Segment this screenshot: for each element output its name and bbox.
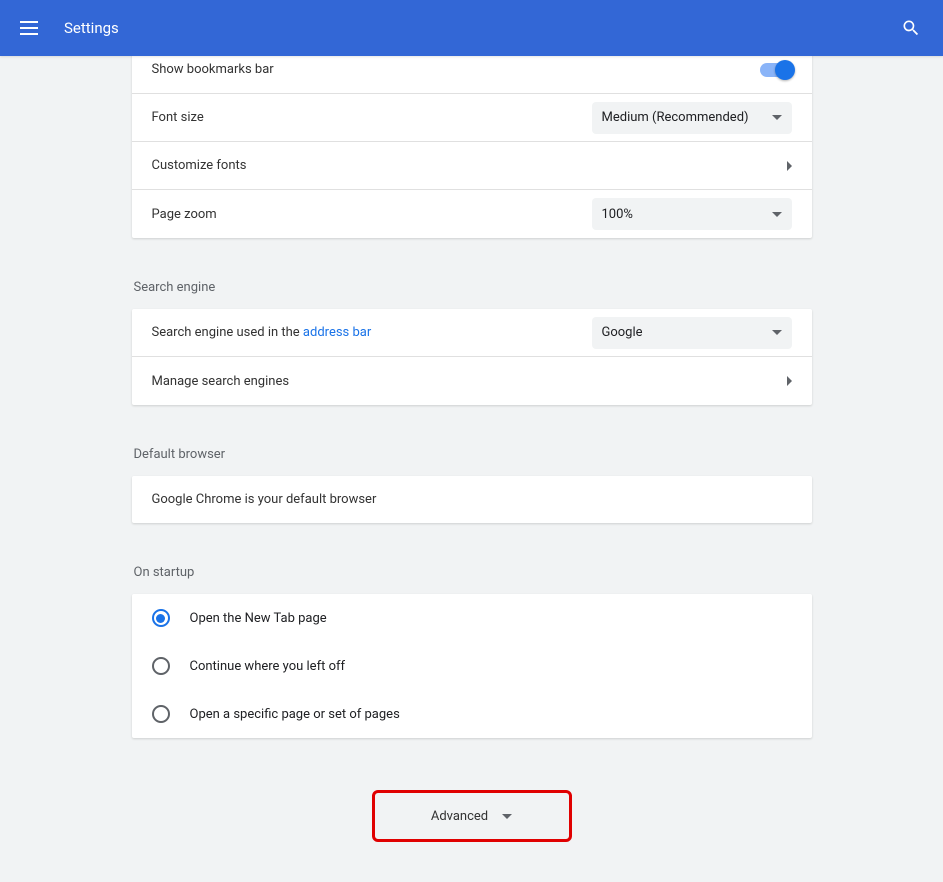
search-engine-select[interactable]: Google (592, 317, 792, 349)
radio-icon[interactable] (152, 609, 170, 627)
advanced-label: Advanced (431, 809, 488, 824)
row-page-zoom: Page zoom 100% (132, 190, 812, 238)
radio-icon[interactable] (152, 705, 170, 723)
startup-option-continue[interactable]: Continue where you left off (132, 642, 812, 690)
bookmarks-toggle[interactable] (760, 63, 792, 77)
settings-content: Show bookmarks bar Font size Medium (Rec… (132, 46, 812, 882)
startup-option-label: Continue where you left off (190, 659, 346, 674)
search-engine-label-text: Search engine used in the (152, 325, 303, 340)
menu-icon[interactable] (20, 18, 40, 38)
section-title-startup: On startup (132, 547, 812, 594)
default-browser-text: Google Chrome is your default browser (152, 492, 377, 507)
app-header: Settings (0, 0, 943, 56)
default-browser-card: Google Chrome is your default browser (132, 476, 812, 523)
fontsize-value: Medium (Recommended) (602, 110, 749, 125)
section-title-search: Search engine (132, 262, 812, 309)
search-engine-value: Google (602, 325, 643, 340)
chevron-down-icon (772, 330, 782, 335)
address-bar-link[interactable]: address bar (303, 325, 371, 340)
radio-icon[interactable] (152, 657, 170, 675)
pagezoom-value: 100% (602, 207, 633, 222)
startup-option-specific[interactable]: Open a specific page or set of pages (132, 690, 812, 738)
chevron-right-icon (787, 376, 792, 386)
chevron-down-icon (502, 814, 512, 819)
search-icon[interactable] (901, 18, 921, 38)
startup-option-label: Open the New Tab page (190, 611, 327, 626)
startup-card: Open the New Tab page Continue where you… (132, 594, 812, 738)
advanced-container: Advanced (132, 762, 812, 882)
customize-fonts-label: Customize fonts (152, 158, 787, 173)
pagezoom-select[interactable]: 100% (592, 198, 792, 230)
section-title-default-browser: Default browser (132, 429, 812, 476)
chevron-down-icon (772, 212, 782, 217)
page-title: Settings (64, 19, 119, 37)
startup-option-newtab[interactable]: Open the New Tab page (132, 594, 812, 642)
chevron-down-icon (772, 115, 782, 120)
startup-option-label: Open a specific page or set of pages (190, 707, 400, 722)
search-card: Search engine used in the address bar Go… (132, 309, 812, 405)
bookmarks-label: Show bookmarks bar (152, 62, 760, 77)
row-font-size: Font size Medium (Recommended) (132, 94, 812, 142)
advanced-button[interactable]: Advanced (372, 790, 572, 842)
chevron-right-icon (787, 161, 792, 171)
appearance-card: Show bookmarks bar Font size Medium (Rec… (132, 46, 812, 238)
row-search-engine: Search engine used in the address bar Go… (132, 309, 812, 357)
fontsize-label: Font size (152, 110, 592, 125)
pagezoom-label: Page zoom (152, 207, 592, 222)
row-manage-engines[interactable]: Manage search engines (132, 357, 812, 405)
row-customize-fonts[interactable]: Customize fonts (132, 142, 812, 190)
fontsize-select[interactable]: Medium (Recommended) (592, 102, 792, 134)
search-engine-label: Search engine used in the address bar (152, 325, 592, 340)
manage-engines-label: Manage search engines (152, 374, 787, 389)
